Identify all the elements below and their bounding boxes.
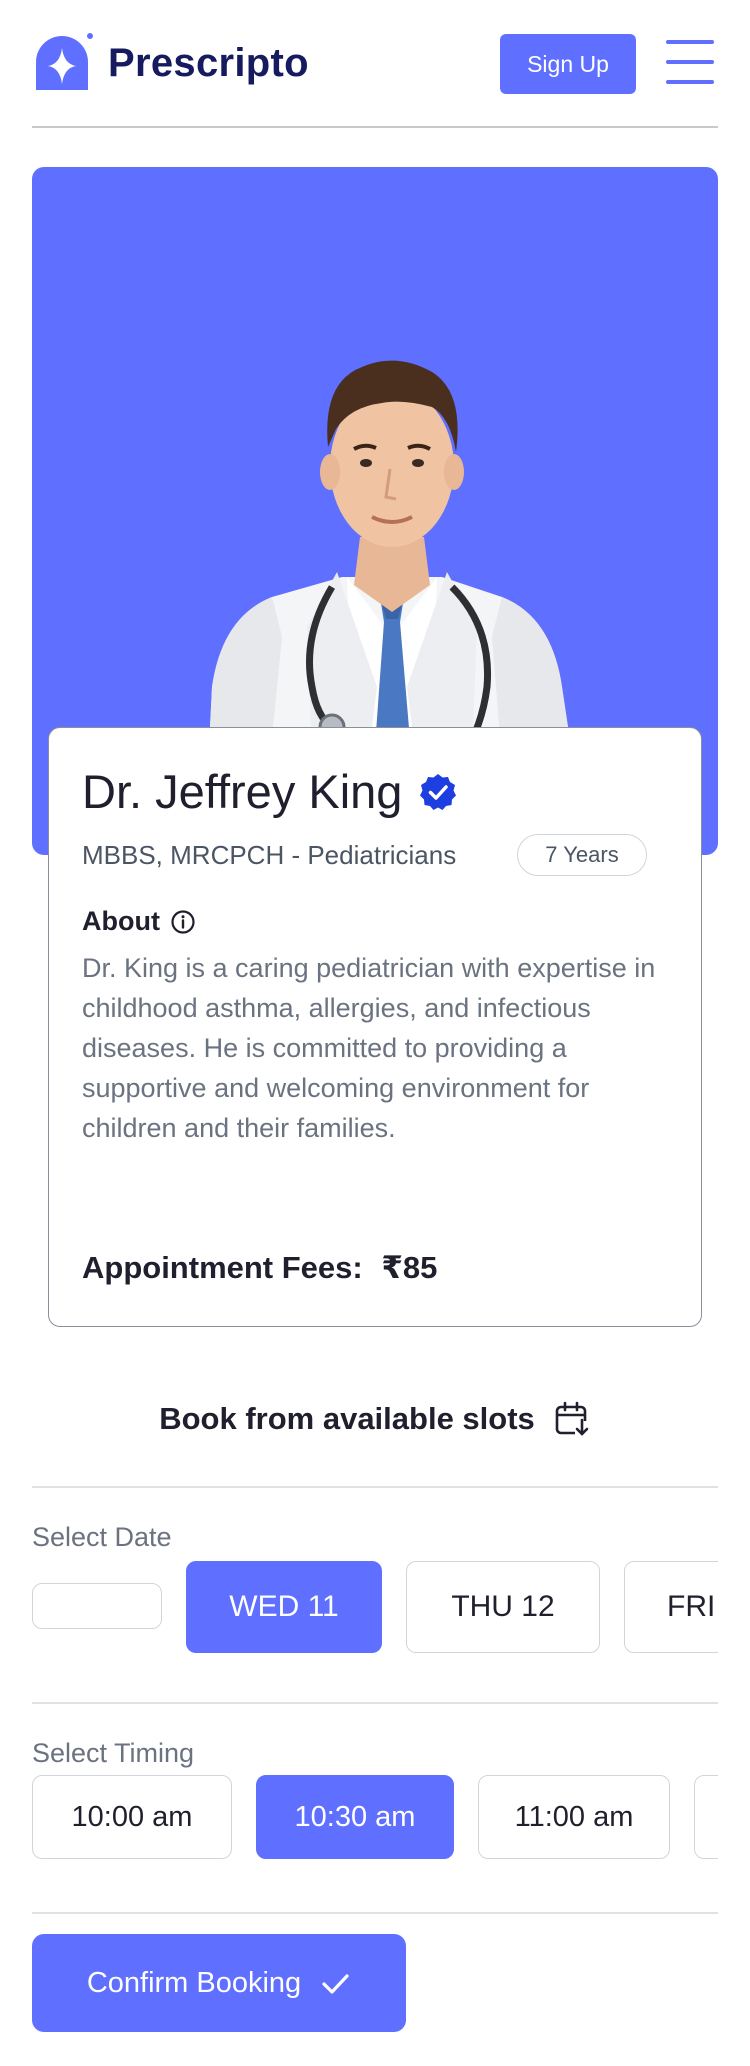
about-heading: About [82,906,196,937]
booking-heading: Book from available slots [0,1400,750,1438]
experience-badge: 7 Years [517,834,647,876]
logo[interactable]: Prescripto [32,32,309,94]
calendar-arrow-icon [555,1401,589,1437]
sign-up-button[interactable]: Sign Up [500,34,636,94]
date-slot[interactable]: FRI [624,1561,718,1653]
menu-line [666,80,714,84]
menu-line [666,60,714,64]
time-slot[interactable] [694,1775,718,1859]
section-divider [32,1912,718,1914]
prescripto-logo-icon [32,32,94,94]
time-slot[interactable]: 10:00 am [32,1775,232,1859]
about-title: About [82,906,160,936]
doctor-info-card: Dr. Jeffrey King MBBS, MRCPCH - Pediatri… [48,727,702,1327]
about-text: Dr. King is a caring pediatrician with e… [82,953,656,1143]
verified-badge-icon [420,773,457,810]
time-slot-selected[interactable]: 10:30 am [256,1775,454,1859]
doctor-degree: MBBS, MRCPCH - Pediatricians [82,840,457,870]
fees-value: ₹85 [381,1250,438,1285]
date-slot[interactable]: THU 12 [406,1561,600,1653]
time-slot[interactable]: 11:00 am [478,1775,670,1859]
section-divider [32,1702,718,1704]
confirm-booking-label: Confirm Booking [86,1966,302,1999]
select-timing-label: Select Timing [32,1738,195,1768]
doctor-name: Dr. Jeffrey King [82,765,403,818]
section-divider [32,1486,718,1488]
booking-title: Book from available slots [159,1401,535,1436]
checkmark-icon [322,1974,349,1994]
time-slots: 10:00 am 10:30 am 11:00 am [32,1775,718,1859]
date-slots: WED 11 THU 12 FRI [32,1561,718,1653]
appointment-fees: Appointment Fees: ₹85 [82,1250,437,1286]
header: Prescripto Sign Up [32,30,718,96]
select-date-label: Select Date [32,1522,172,1552]
confirm-booking-button[interactable]: Confirm Booking [32,1934,406,2032]
doctor-name-row: Dr. Jeffrey King [82,764,458,819]
hamburger-menu-icon[interactable] [666,40,714,84]
menu-line [666,40,714,44]
info-icon [171,909,195,934]
logo-text: Prescripto [108,40,309,85]
date-slot-selected[interactable]: WED 11 [186,1561,382,1653]
header-divider [32,126,718,128]
date-slot[interactable] [32,1583,162,1629]
fees-label: Appointment Fees: [82,1250,363,1285]
